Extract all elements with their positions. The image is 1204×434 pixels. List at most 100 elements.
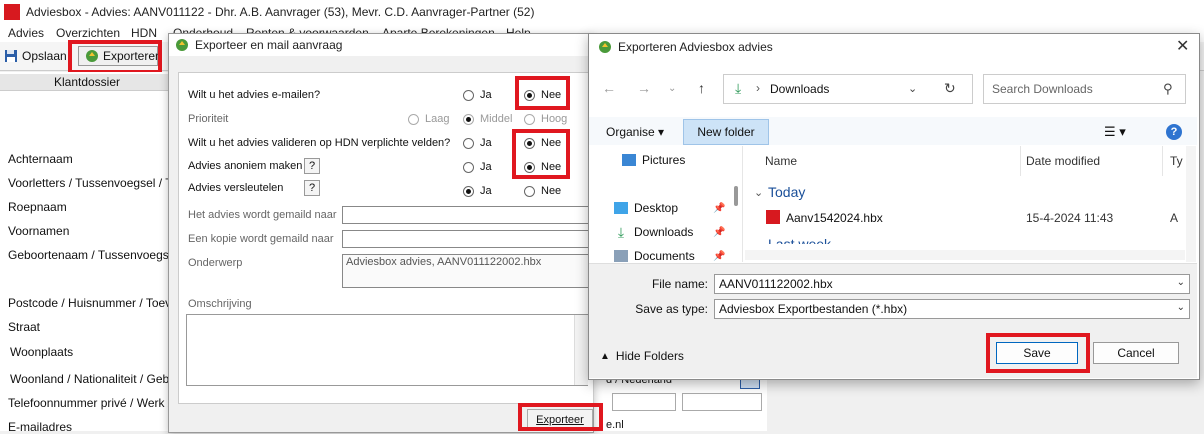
- chevron-down-icon[interactable]: ⌄: [1177, 277, 1185, 288]
- column-separator[interactable]: [1162, 146, 1163, 176]
- column-date-modified[interactable]: Date modified: [1026, 154, 1100, 168]
- menu-hdn[interactable]: HDN: [131, 26, 157, 40]
- radio-dot: [408, 113, 419, 125]
- adviesbox-logo-icon: [4, 4, 20, 20]
- radio-valideren-nee[interactable]: Nee: [524, 137, 561, 149]
- nav-scrollbar-thumb[interactable]: [734, 186, 738, 206]
- floppy-icon: [4, 49, 18, 63]
- column-type[interactable]: Ty: [1170, 154, 1183, 168]
- menu-overzichten[interactable]: Overzichten: [56, 26, 120, 40]
- refresh-icon[interactable]: ↻: [944, 80, 956, 97]
- collapse-chevron-icon[interactable]: ⌄: [754, 186, 763, 199]
- radio-dot: [524, 185, 535, 197]
- documents-icon: [614, 250, 628, 262]
- label-geboortenaam: Geboortenaam / Tussenvoegsel: [8, 248, 179, 262]
- radio-anoniem-ja[interactable]: Ja: [463, 161, 492, 173]
- horizontal-scrollbar[interactable]: [745, 250, 1185, 260]
- address-bar[interactable]: [723, 74, 973, 104]
- menu-advies[interactable]: Advies: [8, 26, 44, 40]
- klantdossier-header: Klantdossier: [0, 74, 174, 91]
- group-last-week[interactable]: Last week: [768, 236, 831, 244]
- help-icon[interactable]: ?: [1166, 124, 1182, 140]
- label-omschrijving: Omschrijving: [188, 298, 252, 310]
- q-valideren: Wilt u het advies valideren op HDN verpl…: [188, 137, 451, 149]
- download-icon: ⤓: [617, 224, 625, 240]
- new-folder-button[interactable]: New folder: [683, 119, 769, 145]
- label-voorletters: Voorletters / Tussenvoegsel / Tite: [8, 176, 185, 190]
- onderwerp-input[interactable]: Adviesbox advies, AANV011122002.hbx: [342, 254, 592, 288]
- omschrijving-scrollbar[interactable]: [574, 315, 588, 385]
- omschrijving-textarea[interactable]: [186, 314, 588, 386]
- radio-dot: [463, 161, 474, 173]
- radio-dot: [524, 113, 535, 125]
- forward-arrow-icon[interactable]: →: [637, 80, 651, 96]
- pin-icon: 📌: [713, 203, 726, 214]
- nav-desktop[interactable]: Desktop: [614, 201, 678, 215]
- radio-prio-laag[interactable]: Laag: [408, 113, 449, 125]
- nav-pictures[interactable]: Pictures: [622, 153, 685, 167]
- chevron-down-icon[interactable]: ⌄: [1177, 302, 1185, 313]
- search-placeholder: Search Downloads: [992, 82, 1093, 96]
- label-achternaam: Achternaam: [8, 152, 73, 166]
- nav-downloads[interactable]: ⤓ Downloads: [614, 225, 693, 239]
- label-email: E-mailadres: [8, 420, 73, 434]
- save-as-type-select[interactable]: Adviesbox Exportbestanden (*.hbx) ⌄: [714, 299, 1190, 319]
- radio-email-nee[interactable]: Nee: [524, 89, 561, 101]
- radio-label: Nee: [541, 89, 562, 101]
- radio-prio-hoog[interactable]: Hoog: [524, 113, 567, 125]
- export-icon: [85, 49, 99, 63]
- nav-documents[interactable]: Documents: [614, 249, 695, 263]
- organise-label: Organise: [606, 125, 655, 139]
- label-telefoon: Telefoonnummer privé / Werk / Mo: [8, 396, 192, 410]
- radio-versleutelen-nee[interactable]: Nee: [524, 185, 561, 197]
- file-name: Aanv1542024.hbx: [786, 211, 883, 225]
- label-woonplaats: Woonplaats: [10, 345, 74, 359]
- email-to-input[interactable]: [342, 206, 592, 224]
- nav-label: Pictures: [642, 153, 686, 167]
- export-button[interactable]: Exporteren: [78, 46, 162, 66]
- export-label: Exporteren: [103, 49, 162, 63]
- back-arrow-icon[interactable]: ←: [602, 80, 616, 96]
- organise-menu[interactable]: Organise ▾: [606, 125, 664, 139]
- phone-mobile-input[interactable]: [682, 393, 762, 411]
- phone-work-input[interactable]: [612, 393, 676, 411]
- radio-valideren-ja[interactable]: Ja: [463, 137, 492, 149]
- column-name[interactable]: Name: [765, 154, 797, 168]
- file-name-input[interactable]: AANV011122002.hbx ⌄: [714, 274, 1190, 294]
- label-file-name: File name:: [651, 277, 708, 291]
- radio-prio-middel[interactable]: Middel: [463, 113, 512, 125]
- dialog-cancel-button[interactable]: Cancel: [1093, 342, 1179, 364]
- radio-dot: [524, 161, 535, 173]
- save-label: Opslaan: [22, 49, 67, 63]
- help-anoniem-button[interactable]: ?: [304, 158, 320, 174]
- dialog-save-button[interactable]: Save: [996, 342, 1078, 364]
- view-options-icon[interactable]: ☰ ▾: [1104, 124, 1126, 140]
- file-name-value: AANV011122002.hbx: [719, 277, 833, 291]
- help-versleutelen-button[interactable]: ?: [304, 180, 320, 196]
- exporteer-button[interactable]: Exporteer: [527, 409, 593, 429]
- label-kopie-naar: Een kopie wordt gemaild naar: [188, 233, 334, 245]
- dialog-app-icon: [598, 40, 612, 54]
- mail-dialog-title: Exporteer en mail aanvraag: [195, 38, 343, 52]
- label-woonland: Woonland / Nationaliteit / Geboort: [10, 372, 190, 386]
- up-arrow-icon[interactable]: ↑: [698, 80, 705, 96]
- address-location: Downloads: [770, 82, 830, 96]
- hbx-file-icon: [766, 210, 780, 224]
- save-dialog-title: Exporteren Adviesbox advies: [618, 40, 773, 54]
- group-today[interactable]: Today: [768, 184, 805, 200]
- close-icon[interactable]: ✕: [1176, 36, 1189, 56]
- radio-anoniem-nee[interactable]: Nee: [524, 161, 561, 173]
- save-button[interactable]: Opslaan: [4, 46, 67, 66]
- email-cc-input[interactable]: [342, 230, 592, 248]
- q-anoniem: Advies anoniem maken: [188, 160, 303, 172]
- recent-chevron-icon[interactable]: ⌄: [668, 83, 676, 94]
- pane-divider[interactable]: [742, 146, 743, 262]
- pictures-icon: [622, 154, 636, 166]
- hide-folders-button[interactable]: ▲ Hide Folders: [600, 349, 684, 363]
- file-date: 15-4-2024 11:43: [1026, 211, 1114, 225]
- radio-versleutelen-ja[interactable]: Ja: [463, 185, 492, 197]
- column-separator[interactable]: [1020, 146, 1021, 176]
- radio-email-ja[interactable]: Ja: [463, 89, 492, 101]
- address-dropdown-icon[interactable]: ⌄: [908, 82, 917, 95]
- vertical-scrollbar[interactable]: [1186, 146, 1196, 262]
